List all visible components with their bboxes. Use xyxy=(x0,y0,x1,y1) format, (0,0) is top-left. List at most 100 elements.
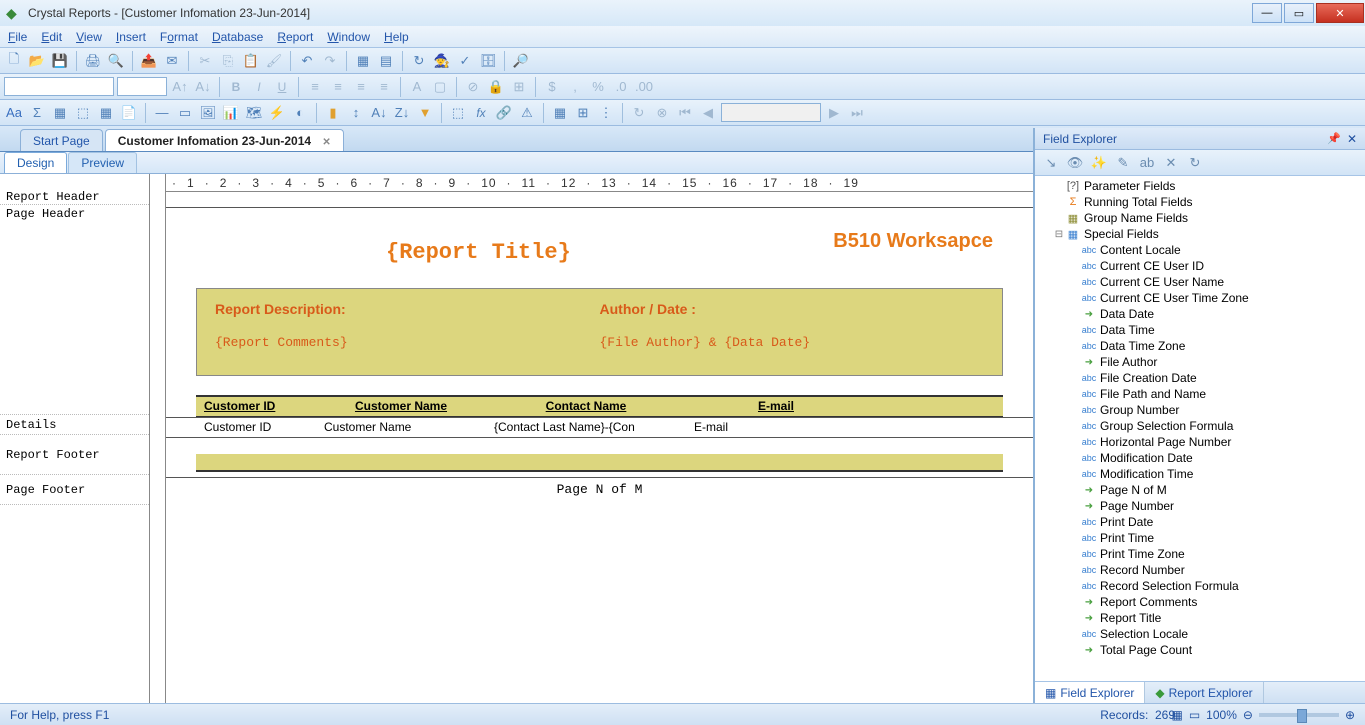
group-icon[interactable]: ▦ xyxy=(353,51,373,71)
undo-icon[interactable]: ↶ xyxy=(297,51,317,71)
close-button[interactable]: ✕ xyxy=(1316,3,1364,23)
dec-decimal-icon[interactable]: .00 xyxy=(634,77,654,97)
col-email[interactable]: E-mail xyxy=(686,397,866,416)
sort-icon[interactable]: ↕ xyxy=(346,103,366,123)
crosstab-icon[interactable]: ▦ xyxy=(96,103,116,123)
zoom-slider[interactable] xyxy=(1259,713,1339,717)
align-left-icon[interactable]: ≡ xyxy=(305,77,325,97)
section-report-header-body[interactable] xyxy=(166,192,1033,208)
section-report-footer[interactable]: Report Footer xyxy=(0,435,149,475)
chart-icon[interactable]: 📊 xyxy=(221,103,241,123)
col-customer-name[interactable]: Customer Name xyxy=(316,397,486,416)
panel-tab-field[interactable]: ▦ Field Explorer xyxy=(1035,682,1145,703)
refresh2-icon[interactable]: ↻ xyxy=(629,103,649,123)
redo-icon[interactable]: ↷ xyxy=(320,51,340,71)
maximize-button[interactable]: ▭ xyxy=(1284,3,1314,23)
olap-icon[interactable]: ⬚ xyxy=(73,103,93,123)
format-painter-icon[interactable]: 🖌 xyxy=(264,51,284,71)
col-contact-name[interactable]: Contact Name xyxy=(486,397,686,416)
align-justify-icon[interactable]: ≡ xyxy=(374,77,394,97)
tree-group-name[interactable]: ▦ Group Name Fields xyxy=(1039,210,1361,226)
link-icon[interactable]: 🔗 xyxy=(494,103,514,123)
tab-document[interactable]: Customer Infomation 23-Jun-2014 ✕ xyxy=(105,129,344,151)
text-icon[interactable]: Aa xyxy=(4,103,24,123)
tree-field-file-author[interactable]: ➜File Author xyxy=(1039,354,1361,370)
page-n-of-m-field[interactable]: Page N of M xyxy=(557,482,643,497)
sort-desc-icon[interactable]: Z↓ xyxy=(392,103,412,123)
last-page-icon[interactable]: ⏭ xyxy=(847,103,867,123)
layout-icon[interactable]: ▦ xyxy=(1171,708,1182,722)
design-canvas[interactable]: ·1·2·3·4·5·6·7·8·9·10·11·12·13·14·15·16·… xyxy=(166,174,1033,703)
grid-icon[interactable]: ▦ xyxy=(550,103,570,123)
guidelines-icon[interactable]: ⋮ xyxy=(596,103,616,123)
tree-field-selection-locale[interactable]: abcSelection Locale xyxy=(1039,626,1361,642)
paste-icon[interactable]: 📋 xyxy=(241,51,261,71)
border-icon[interactable]: ▢ xyxy=(430,77,450,97)
panel-header[interactable]: Field Explorer 📌 ✕ xyxy=(1035,128,1365,150)
align-center-icon[interactable]: ≡ xyxy=(328,77,348,97)
tree-field-group-number[interactable]: abcGroup Number xyxy=(1039,402,1361,418)
zoom-in-icon[interactable]: ⊕ xyxy=(1345,708,1355,722)
bold-icon[interactable]: B xyxy=(226,77,246,97)
tree-field-print-date[interactable]: abcPrint Date xyxy=(1039,514,1361,530)
thousands-icon[interactable]: , xyxy=(565,77,585,97)
increase-font-icon[interactable]: A↑ xyxy=(170,77,190,97)
browse-icon[interactable]: 👁 xyxy=(1065,153,1085,173)
tree-parameter-fields[interactable]: [?] Parameter Fields xyxy=(1039,178,1361,194)
section-details-body[interactable]: Customer ID Customer Name {Contact Last … xyxy=(166,418,1033,438)
tree-field-page-n-of-m[interactable]: ➜Page N of M xyxy=(1039,482,1361,498)
decrease-font-icon[interactable]: A↓ xyxy=(193,77,213,97)
section-page-footer-body[interactable]: Page N of M xyxy=(166,478,1033,508)
tree-field-data-date[interactable]: ➜Data Date xyxy=(1039,306,1361,322)
tree-field-modification-date[interactable]: abcModification Date xyxy=(1039,450,1361,466)
export-icon[interactable]: 📤 xyxy=(139,51,159,71)
tree-field-total-page-count[interactable]: ➜Total Page Count xyxy=(1039,642,1361,658)
section-report-header[interactable]: Report Header xyxy=(0,189,149,205)
font-color-icon[interactable]: A xyxy=(407,77,427,97)
author-date-field[interactable]: {File Author} & {Data Date} xyxy=(600,335,985,350)
group-insert-icon[interactable]: ▦ xyxy=(50,103,70,123)
refresh-icon[interactable]: ↻ xyxy=(409,51,429,71)
tree-field-group-selection-formula[interactable]: abcGroup Selection Formula xyxy=(1039,418,1361,434)
section-page-footer[interactable]: Page Footer xyxy=(0,475,149,505)
page-icon[interactable]: ▭ xyxy=(1189,708,1200,722)
section-report-footer-body[interactable] xyxy=(166,438,1033,478)
next-page-icon[interactable]: ▶ xyxy=(824,103,844,123)
section-details[interactable]: Details xyxy=(0,415,149,435)
author-date-label[interactable]: Author / Date : xyxy=(600,301,985,317)
tree-field-record-selection-formula[interactable]: abcRecord Selection Formula xyxy=(1039,578,1361,594)
report-comments-field[interactable]: {Report Comments} xyxy=(215,335,600,350)
panel-tab-report[interactable]: ◆ Report Explorer xyxy=(1145,682,1263,703)
section-page-header[interactable]: Page Header xyxy=(0,205,149,415)
tree-field-current-ce-user-id[interactable]: abcCurrent CE User ID xyxy=(1039,258,1361,274)
tree-special-fields[interactable]: ⊟▦ Special Fields xyxy=(1039,226,1361,242)
tree-field-data-time[interactable]: abcData Time xyxy=(1039,322,1361,338)
line-icon[interactable]: — xyxy=(152,103,172,123)
lock-size-icon[interactable]: ⊞ xyxy=(509,77,529,97)
print-icon[interactable]: 🖨 xyxy=(83,51,103,71)
save-icon[interactable]: 💾 xyxy=(50,51,70,71)
cut-icon[interactable]: ✂ xyxy=(195,51,215,71)
tree-field-horizontal-page-number[interactable]: abcHorizontal Page Number xyxy=(1039,434,1361,450)
find-icon[interactable]: 🔎 xyxy=(511,51,531,71)
snap-icon[interactable]: ⊞ xyxy=(573,103,593,123)
flash-icon[interactable]: ⚡ xyxy=(267,103,287,123)
ole-icon[interactable]: ◐ xyxy=(290,103,310,123)
field-tree[interactable]: [?] Parameter Fields Σ Running Total Fie… xyxy=(1035,176,1365,681)
tree-field-file-creation-date[interactable]: abcFile Creation Date xyxy=(1039,370,1361,386)
tab-start-page[interactable]: Start Page xyxy=(20,129,103,151)
edit-field-icon[interactable]: ✎ xyxy=(1113,153,1133,173)
field-contact[interactable]: {Contact Last Name}-{Con xyxy=(486,420,686,434)
panel-close-icon[interactable]: ✕ xyxy=(1347,132,1357,146)
tree-field-print-time-zone[interactable]: abcPrint Time Zone xyxy=(1039,546,1361,562)
font-combo[interactable] xyxy=(4,77,114,96)
tree-field-current-ce-user-name[interactable]: abcCurrent CE User Name xyxy=(1039,274,1361,290)
menu-insert[interactable]: Insert xyxy=(116,30,146,44)
sum-icon[interactable]: Σ xyxy=(27,103,47,123)
size-combo[interactable] xyxy=(117,77,167,96)
tree-running-total[interactable]: Σ Running Total Fields xyxy=(1039,194,1361,210)
field-customer-id[interactable]: Customer ID xyxy=(196,420,316,434)
menu-edit[interactable]: Edit xyxy=(41,30,62,44)
tree-field-record-number[interactable]: abcRecord Number xyxy=(1039,562,1361,578)
align-right-icon[interactable]: ≡ xyxy=(351,77,371,97)
